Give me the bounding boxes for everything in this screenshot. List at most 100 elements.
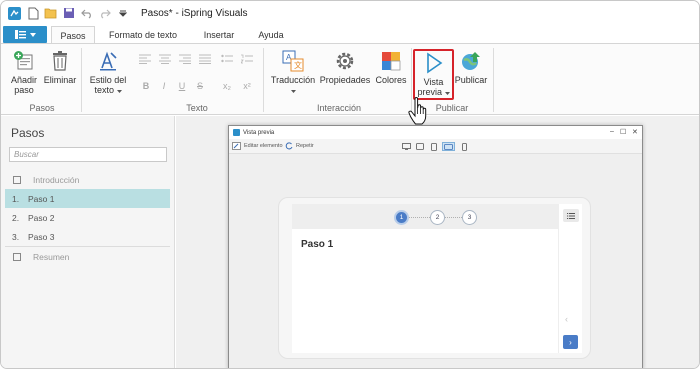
preview-window-title: Vista previa [243,129,275,136]
add-step-label-1: Añadir [10,75,37,85]
list-icon [567,212,575,219]
list-item-label: Paso 2 [28,212,55,223]
align-left-icon[interactable] [139,54,151,66]
add-step-button[interactable]: Añadir paso [7,50,41,95]
device-tablet-portrait-icon[interactable] [429,142,439,151]
delete-button[interactable]: Eliminar [43,50,77,85]
app-window: Pasos* - iSpring Visuals Pasos Formato d… [0,0,700,369]
translation-button[interactable]: A 文 Traducción [267,50,319,95]
edit-element-button[interactable]: Editar elemento [232,142,283,150]
strikethrough-button[interactable]: S [193,80,207,92]
step-connector [409,217,430,218]
group-label-text: Texto [186,103,208,113]
quick-access-dropdown-icon[interactable] [115,5,131,21]
superscript-button[interactable]: x² [239,80,255,92]
tab-pasos[interactable]: Pasos [51,26,95,44]
publish-button[interactable]: Publicar [453,50,489,85]
align-center-icon[interactable] [159,54,171,66]
device-phone-landscape-icon[interactable] [442,142,455,151]
translation-label: Traducción [270,75,316,85]
step-indicator-1[interactable]: 1 [394,210,409,225]
bullet-list-icon[interactable] [221,54,233,66]
align-justify-icon[interactable] [199,54,211,66]
colors-label: Colores [375,75,407,85]
close-button[interactable]: ✕ [632,128,638,136]
next-step-button[interactable]: › [563,335,578,349]
properties-label: Propiedades [319,75,371,85]
maximize-button[interactable]: ☐ [620,128,626,136]
list-item-label: Paso 1 [28,193,55,204]
step-heading: Paso 1 [301,239,334,250]
tab-insertar[interactable]: Insertar [193,26,245,44]
device-tablet-landscape-icon[interactable] [415,142,425,151]
previous-step-button[interactable]: ‹ [565,314,568,324]
file-menu-button[interactable] [3,26,47,43]
window-title: Pasos* - iSpring Visuals [141,7,248,19]
new-file-icon[interactable] [25,5,41,21]
checkbox-icon[interactable] [13,252,21,261]
preview-title-bar: Vista previa – ☐ ✕ [229,126,642,139]
steps-panel: Pasos Buscar Introducción 1. Paso 1 2. P… [1,116,175,368]
replay-icon [285,142,293,150]
subscript-button[interactable]: x₂ [219,80,235,92]
list-item-step-1[interactable]: 1. Paso 1 [5,189,170,208]
tab-formato-de-texto[interactable]: Formato de texto [101,26,185,44]
step-connector [445,217,462,218]
list-item-number: 2. [12,212,20,223]
list-item-number: 3. [12,231,20,242]
list-item-label: Introducción [33,174,80,185]
chevron-down-icon [116,90,122,93]
list-item-summary[interactable]: Resumen [5,247,170,266]
add-step-icon [14,51,33,70]
numbered-list-icon[interactable] [240,54,253,66]
app-icon [233,129,240,136]
open-folder-icon[interactable] [43,5,59,21]
preview-body: 1 2 3 Paso 1 ‹ › [229,154,642,368]
preview-window: Vista previa – ☐ ✕ Editar elemento Repet… [228,125,643,368]
device-phone-portrait-icon[interactable] [459,142,469,151]
list-item-step-2[interactable]: 2. Paso 2 [5,208,170,227]
minimize-button[interactable]: – [610,128,614,135]
chevron-down-icon [290,90,296,93]
text-style-button[interactable]: Estilo del texto [85,50,131,95]
colors-button[interactable]: Colores [373,50,409,85]
align-right-icon[interactable] [179,54,191,66]
color-palette-icon [382,52,401,71]
list-item-number: 1. [12,193,20,204]
save-icon[interactable] [61,5,77,21]
undo-icon[interactable] [79,5,95,21]
title-bar: Pasos* - iSpring Visuals [1,1,699,25]
svg-text:文: 文 [294,60,302,70]
text-style-icon [100,51,117,71]
step-indicator-2[interactable]: 2 [430,210,445,225]
preview-highlight-box [413,49,454,100]
italic-button[interactable]: I [157,80,171,92]
app-icon [7,6,21,20]
step-indicator-3[interactable]: 3 [462,210,477,225]
underline-button[interactable]: U [175,80,189,92]
search-input[interactable]: Buscar [9,147,167,162]
list-item-introduction[interactable]: Introducción [5,170,170,189]
publish-globe-icon [462,52,480,70]
properties-button[interactable]: Propiedades [319,50,371,85]
redo-icon[interactable] [97,5,113,21]
edit-icon [232,142,241,150]
list-item-label: Paso 3 [28,231,55,242]
ribbon-separator [263,48,264,112]
group-label-interaction: Interacción [316,103,362,113]
list-item-step-3[interactable]: 3. Paso 3 [5,227,170,246]
ribbon-tabs: Pasos Formato de texto Insertar Ayuda [1,25,699,44]
menu-list-button[interactable] [563,209,579,222]
checkbox-icon[interactable] [13,175,21,184]
edit-element-label: Editar elemento [244,143,283,149]
device-desktop-icon[interactable] [401,142,411,151]
text-style-label-1: Estilo del [89,75,127,85]
ribbon-separator [81,48,82,112]
bold-button[interactable]: B [139,80,153,92]
delete-label: Eliminar [43,75,77,85]
tab-ayuda[interactable]: Ayuda [251,26,291,44]
replay-label: Repetir [296,143,314,149]
step-content: Paso 1 [292,229,558,353]
group-label-steps: Pasos [29,103,55,113]
replay-button[interactable]: Repetir [285,142,314,150]
